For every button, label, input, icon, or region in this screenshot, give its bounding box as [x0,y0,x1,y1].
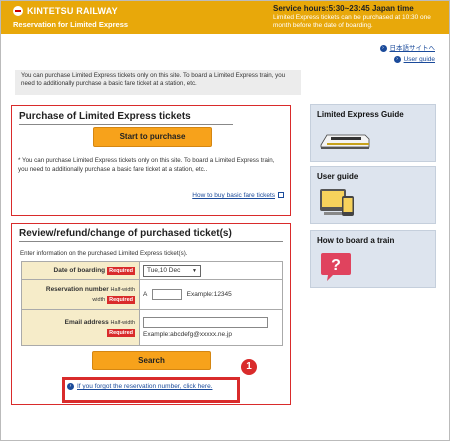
half-width-note: Half-width [110,320,135,326]
resv-label: Reservation number [45,285,109,293]
devices-icon [320,189,354,216]
limited-express-guide-card[interactable]: Limited Express Guide [310,104,436,162]
limited-express-guide-title: Limited Express Guide [317,110,404,119]
review-title: Review/refund/change of purchased ticket… [19,228,283,242]
svg-text:?: ? [331,257,341,274]
reservation-number-input[interactable] [151,289,182,300]
service-hours-note: Limited Express tickets can be purchased… [273,14,431,29]
page: KINTETSU RAILWAY Reservation for Limited… [0,0,450,441]
basic-fare-link[interactable]: How to buy basic fare tickets [192,192,284,199]
logo-subtitle: Reservation for Limited Express [13,20,129,29]
annotation-marker: 1 [241,359,257,375]
user-guide-card[interactable]: User guide [310,166,436,224]
japanese-site-link[interactable]: › 日本語サイトへ [379,43,436,54]
chevron-right-icon: › [393,55,401,63]
annotation-highlight-box [62,377,240,403]
resv-prefix: A [143,291,147,299]
basic-fare-link-label: How to buy basic fare tickets [192,192,275,199]
email-value-cell: Example:abcdefg@xxxxx.ne.jp [139,309,283,346]
logo-name: KINTETSU RAILWAY [26,6,118,16]
resv-label-cell: Reservation number Half-width width Requir… [21,279,140,310]
purchase-title: Purchase of Limited Express tickets [19,111,233,125]
user-guide-label: User guide [403,56,435,63]
purchase-panel: Purchase of Limited Express tickets Star… [11,105,291,216]
date-select-value: Tue,10 Dec [147,266,181,274]
resv-value-cell: A Example:12345 [139,279,283,310]
purchase-note: * You can purchase Limited Express ticke… [18,157,275,173]
date-label: Date of boarding [53,267,106,274]
email-input[interactable] [143,317,268,328]
review-intro: Enter information on the purchased Limit… [20,250,188,257]
logo[interactable]: KINTETSU RAILWAY [13,6,118,16]
required-badge: Required [107,295,135,304]
required-badge: Required [107,329,135,337]
email-example: Example:abcdefg@xxxxx.ne.jp [143,331,232,338]
top-links: › 日本語サイトへ › User guide [379,43,436,65]
site-header: KINTETSU RAILWAY Reservation for Limited… [1,1,449,34]
resv-width-suffix: width [92,296,106,303]
search-button[interactable]: Search [92,351,211,370]
required-badge: Required [107,267,135,275]
email-label-cell: Email address Half-width Required [21,309,140,346]
user-guide-card-title: User guide [317,172,359,181]
dropdown-arrow-icon: ▼ [192,267,197,274]
kintetsu-logo-icon [13,6,23,16]
service-hours-title: Service hours:5:30~23:45 Japan time [273,4,414,13]
date-value-cell: Tue,10 Dec ▼ [139,261,283,280]
question-icon: ? [321,253,351,281]
service-hours: Service hours:5:30~23:45 Japan time Limi… [273,4,445,30]
review-form: Date of boarding Required Tue,10 Dec ▼ Res… [21,261,283,346]
date-label-cell: Date of boarding Required [21,261,140,280]
half-width-note: Half-width [110,286,135,293]
how-to-board-title: How to board a train [317,236,395,245]
date-select[interactable]: Tue,10 Dec ▼ [143,264,201,277]
japanese-site-label: 日本語サイトへ [389,45,436,52]
start-to-purchase-button[interactable]: Start to purchase [93,127,212,147]
chevron-right-icon: › [379,44,387,52]
resv-example: Example:12345 [186,291,232,299]
user-guide-link[interactable]: › User guide [380,54,435,65]
how-to-board-card[interactable]: How to board a train ? [310,230,436,288]
email-label: Email address [64,319,109,326]
notice-banner: You can purchase Limited Express tickets… [15,70,301,95]
train-icon [320,134,370,149]
external-link-icon [278,192,284,199]
